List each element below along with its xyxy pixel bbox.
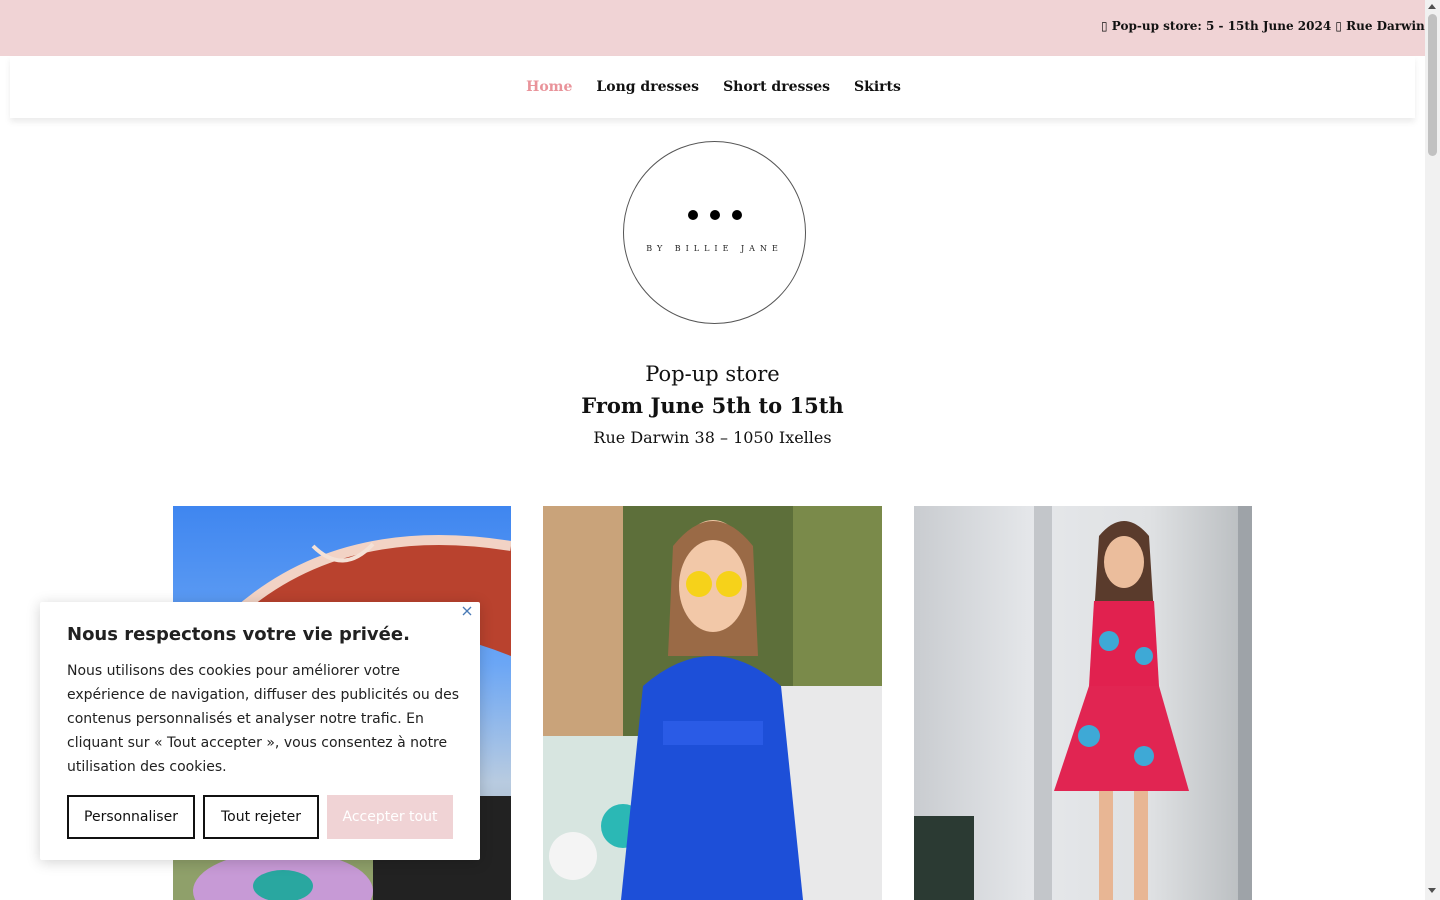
nav-item-skirts[interactable]: Skirts	[854, 79, 901, 95]
photo-red-dress-illustration	[914, 506, 1252, 900]
hero-dates: From June 5th to 15th	[581, 393, 844, 418]
cookie-description: Nous utilisons des cookies pour améliore…	[67, 663, 459, 775]
nav-item-home[interactable]: Home	[526, 79, 572, 95]
announcement-text: ▯ Pop-up store: 5 - 15th June 2024 ▯ Rue…	[1101, 19, 1425, 33]
hero-address: Rue Darwin 38 – 1050 Ixelles	[593, 428, 832, 447]
nav-item-long-dresses[interactable]: Long dresses	[596, 79, 699, 95]
brand-logo[interactable]: BY BILLIE JANE	[623, 141, 806, 324]
product-photo-2[interactable]	[543, 506, 882, 900]
main-nav: Home Long dresses Short dresses Skirts	[10, 56, 1415, 118]
close-icon[interactable]	[460, 604, 474, 618]
customize-button[interactable]: Personnaliser	[67, 795, 195, 839]
scroll-down-arrow-icon[interactable]	[1428, 888, 1436, 893]
hero-title: Pop-up store	[645, 362, 780, 386]
nav-item-short-dresses[interactable]: Short dresses	[723, 79, 830, 95]
product-photo-3[interactable]	[914, 506, 1252, 900]
scroll-thumb[interactable]	[1428, 14, 1437, 156]
photo-blue-dress-illustration	[543, 506, 882, 900]
logo-text: BY BILLIE JANE	[646, 244, 783, 253]
page-scrollbar[interactable]	[1425, 0, 1440, 900]
logo-dots-icon	[688, 210, 742, 220]
scroll-up-arrow-icon[interactable]	[1428, 4, 1436, 9]
announcement-bar: ▯ Pop-up store: 5 - 15th June 2024 ▯ Rue…	[0, 0, 1425, 56]
reject-all-button[interactable]: Tout rejeter	[203, 795, 319, 839]
accept-all-button[interactable]: Accepter tout	[327, 795, 453, 839]
cookie-title: Nous respectons votre vie privée.	[67, 624, 410, 645]
cookie-consent-banner: Nous respectons votre vie privée. Nous u…	[40, 602, 480, 860]
